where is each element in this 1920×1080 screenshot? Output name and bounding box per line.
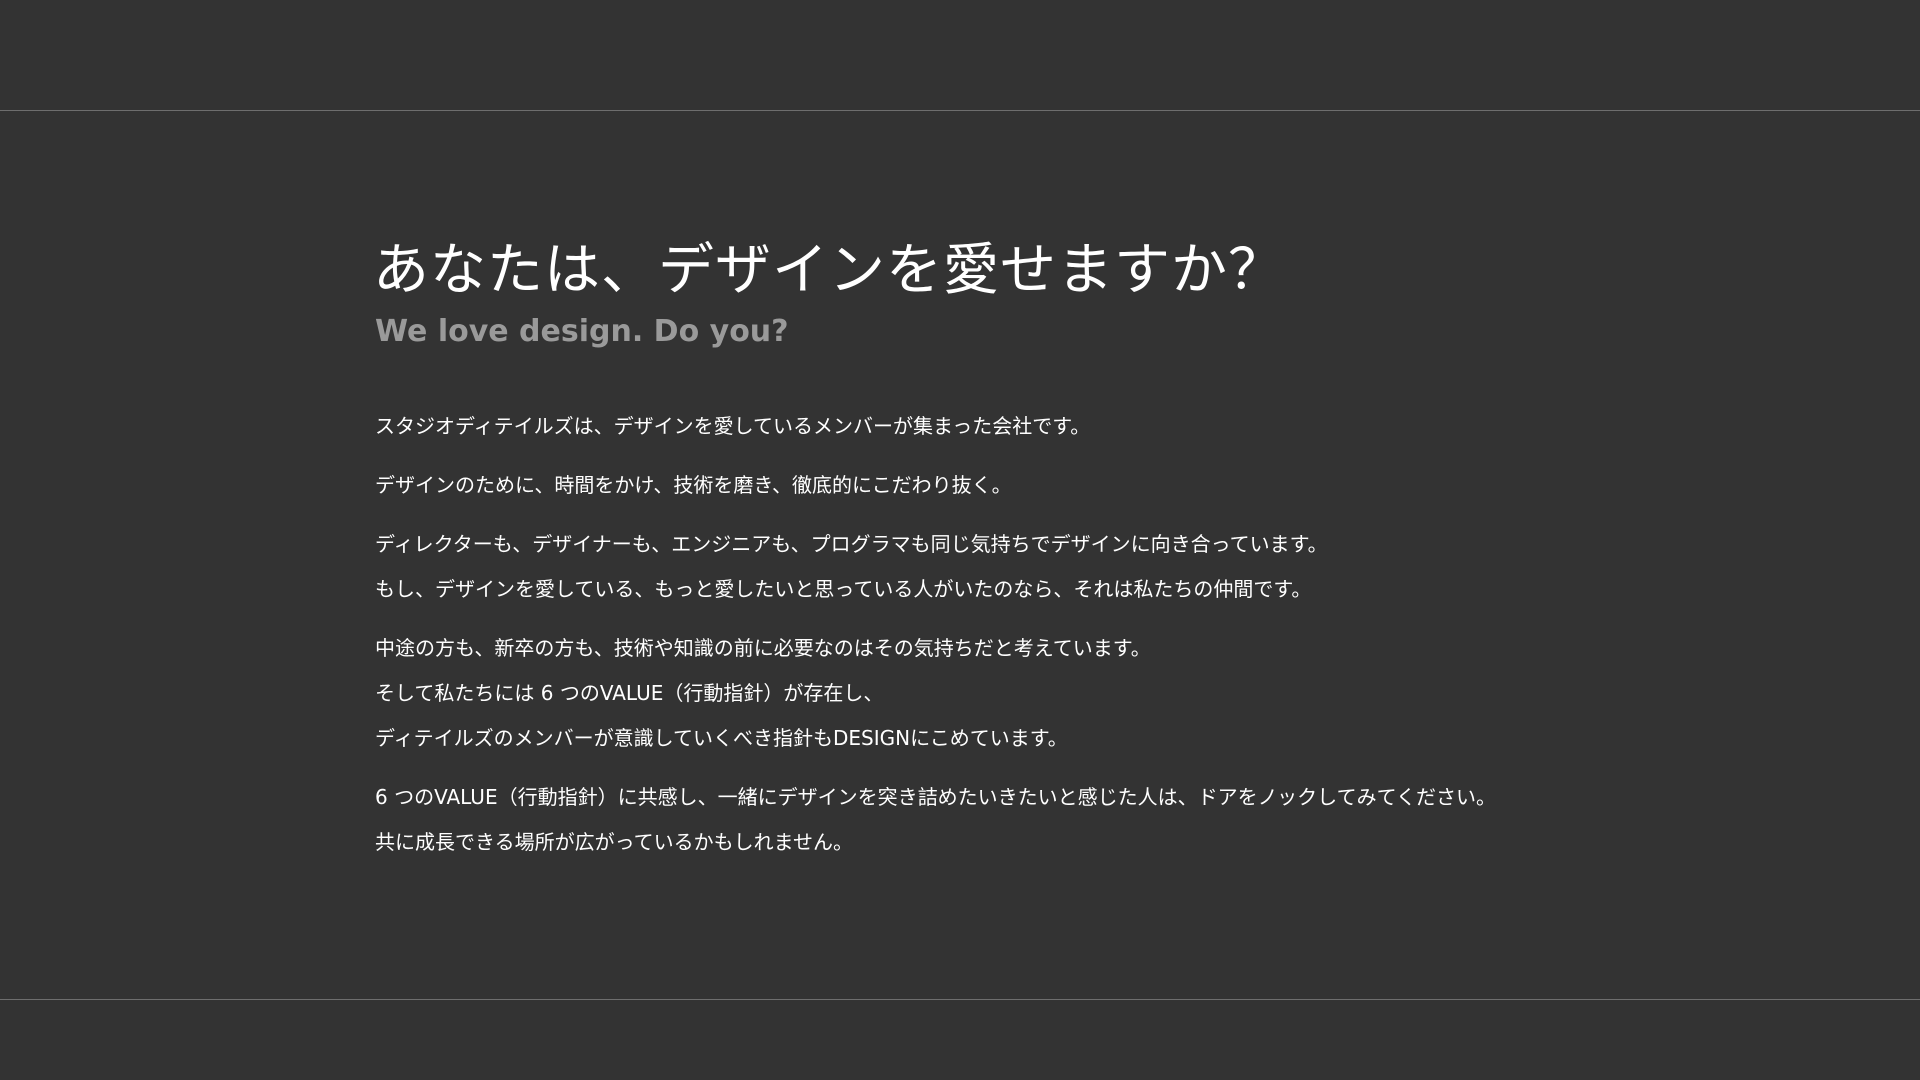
top-divider bbox=[0, 110, 1920, 111]
paragraph-line: もし、デザインを愛している、もっと愛したいと思っている人がいたのなら、それは私た… bbox=[375, 577, 1312, 601]
paragraph-line: ディテイルズのメンバーが意識していくべき指針もDESIGNにこめています。 bbox=[375, 726, 1068, 750]
page-subtitle: We love design. Do you? bbox=[375, 314, 789, 349]
paragraph-line: そして私たちには 6 つのVALUE（行動指針）が存在し、 bbox=[375, 681, 884, 705]
paragraph-line: デザインのために、時間をかけ、技術を磨き、徹底的にこだわり抜く。 bbox=[375, 473, 1012, 497]
paragraph: デザインのために、時間をかけ、技術を磨き、徹底的にこだわり抜く。 bbox=[375, 463, 1673, 508]
paragraph-line: ディレクターも、デザイナーも、エンジニアも、プログラマも同じ気持ちでデザインに向… bbox=[375, 532, 1328, 556]
page-title: あなたは、デザインを愛せますか？ bbox=[373, 238, 1285, 303]
paragraph-line: 6 つのVALUE（行動指針）に共感し、一緒にデザインを突き詰めたいきたいと感じ… bbox=[375, 785, 1496, 809]
paragraph-line: 共に成長できる場所が広がっているかもしれません。 bbox=[375, 830, 853, 854]
paragraph-line: 中途の方も、新卒の方も、技術や知識の前に必要なのはその気持ちだと考えています。 bbox=[375, 636, 1151, 660]
paragraph: 中途の方も、新卒の方も、技術や知識の前に必要なのはその気持ちだと考えています。 … bbox=[375, 626, 1673, 761]
bottom-divider bbox=[0, 999, 1920, 1000]
page: あなたは、デザインを愛せますか？ We love design. Do you?… bbox=[0, 0, 1920, 1080]
paragraph-line: スタジオディテイルズは、デザインを愛しているメンバーが集まった会社です。 bbox=[375, 414, 1091, 438]
paragraph: 6 つのVALUE（行動指針）に共感し、一緒にデザインを突き詰めたいきたいと感じ… bbox=[375, 775, 1673, 865]
paragraph: スタジオディテイルズは、デザインを愛しているメンバーが集まった会社です。 bbox=[375, 404, 1673, 449]
paragraph: ディレクターも、デザイナーも、エンジニアも、プログラマも同じ気持ちでデザインに向… bbox=[375, 522, 1673, 612]
message-body: スタジオディテイルズは、デザインを愛しているメンバーが集まった会社です。 デザイ… bbox=[375, 404, 1673, 865]
message-section: あなたは、デザインを愛せますか？ We love design. Do you?… bbox=[373, 236, 1673, 879]
